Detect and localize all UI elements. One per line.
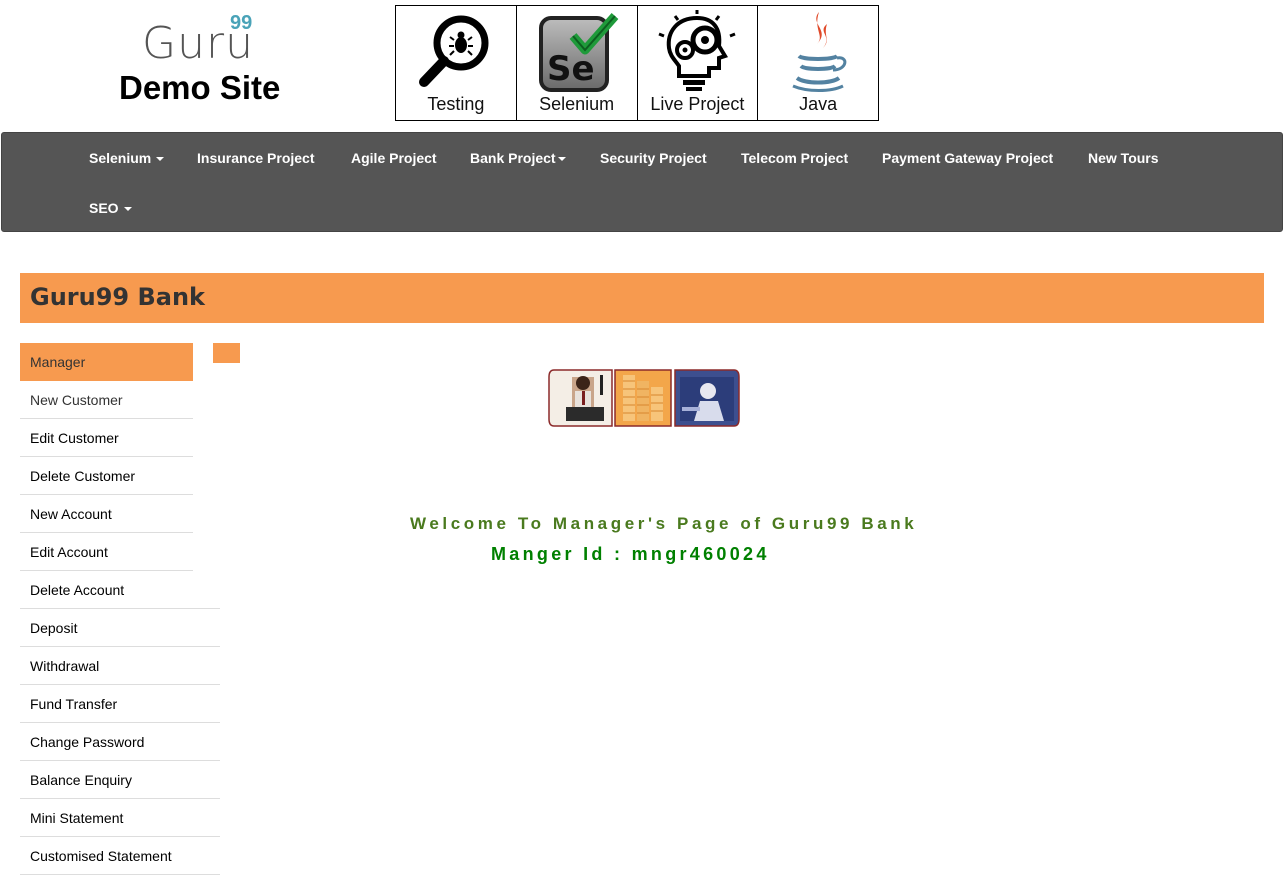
menu-item-edit-customer[interactable]: Edit Customer	[20, 419, 193, 457]
main-navbar: Selenium Insurance Project Agile Project…	[1, 132, 1283, 232]
nav-label: Insurance Project	[197, 150, 315, 166]
menu-item-fund-transfer[interactable]: Fund Transfer	[20, 685, 220, 723]
nav-label: New Tours	[1088, 150, 1159, 166]
tile-live-project[interactable]: Live Project	[638, 6, 759, 120]
nav-bank-project[interactable]: Bank Project	[470, 150, 566, 166]
nav-label: Bank Project	[470, 150, 556, 166]
java-cup-icon	[792, 12, 847, 92]
nav-selenium[interactable]: Selenium	[89, 150, 165, 166]
bank-banner-image	[548, 369, 740, 427]
active-tab-indicator	[213, 343, 240, 363]
site-logo[interactable]: Guru 99 Demo Site	[118, 12, 298, 112]
menu-item-withdrawal[interactable]: Withdrawal	[20, 647, 220, 685]
tile-label: Testing	[427, 94, 485, 114]
nav-label: Agile Project	[351, 150, 437, 166]
lightbulb-gears-icon	[658, 10, 736, 91]
menu-item-balance-enquiry[interactable]: Balance Enquiry	[20, 761, 220, 799]
menu-item-manager[interactable]: Manager	[20, 343, 193, 381]
nav-agile-project[interactable]: Agile Project	[351, 150, 437, 166]
nav-security-project[interactable]: Security Project	[600, 150, 707, 166]
menu-item-delete-customer[interactable]: Delete Customer	[20, 457, 193, 495]
menu-item-mini-statement[interactable]: Mini Statement	[20, 799, 220, 837]
tile-java[interactable]: Java	[758, 6, 878, 120]
tile-label: Java	[799, 94, 838, 114]
menu-item-new-customer[interactable]: New Customer	[20, 381, 193, 419]
tile-label: Live Project	[650, 94, 745, 114]
svg-text:Se: Se	[547, 49, 595, 89]
course-tiles: Testing Se Selenium Live Project Java	[395, 5, 879, 121]
menu-item-delete-account[interactable]: Delete Account	[20, 571, 220, 609]
tile-testing[interactable]: Testing	[396, 6, 517, 120]
magnifier-bug-icon	[418, 15, 489, 87]
selenium-icon: Se	[538, 13, 618, 92]
nav-label: Selenium	[89, 150, 152, 166]
nav-insurance-project[interactable]: Insurance Project	[197, 150, 315, 166]
tile-label: Selenium	[539, 94, 615, 114]
nav-seo[interactable]: SEO	[89, 200, 132, 216]
chevron-down-icon	[156, 157, 165, 162]
logo-superscript: 99	[230, 12, 253, 34]
menu-item-customised-statement[interactable]: Customised Statement	[20, 837, 220, 875]
welcome-message: Welcome To Manager's Page of Guru99 Bank	[410, 514, 918, 533]
nav-new-tours[interactable]: New Tours	[1088, 150, 1159, 166]
nav-label: Telecom Project	[741, 150, 849, 166]
logo-subtitle: Demo Site	[119, 69, 281, 106]
page-title: Guru99 Bank	[30, 283, 205, 311]
menu-item-edit-account[interactable]: Edit Account	[20, 533, 193, 571]
nav-label: SEO	[89, 200, 119, 216]
menu-item-change-password[interactable]: Change Password	[20, 723, 220, 761]
menu-item-deposit[interactable]: Deposit	[20, 609, 220, 647]
nav-label: Security Project	[600, 150, 707, 166]
chevron-down-icon	[557, 157, 566, 162]
chevron-down-icon	[123, 207, 132, 212]
nav-telecom-project[interactable]: Telecom Project	[741, 150, 848, 166]
menu-item-new-account[interactable]: New Account	[20, 495, 193, 533]
nav-payment-gateway-project[interactable]: Payment Gateway Project	[882, 150, 1053, 166]
side-menu: Manager New Customer Edit Customer Delet…	[20, 343, 240, 875]
bank-header: Guru99 Bank	[20, 273, 1264, 323]
manager-id-text: Manger Id : mngr460024	[491, 544, 770, 564]
nav-label: Payment Gateway Project	[882, 150, 1054, 166]
tile-selenium[interactable]: Se Selenium	[517, 6, 638, 120]
